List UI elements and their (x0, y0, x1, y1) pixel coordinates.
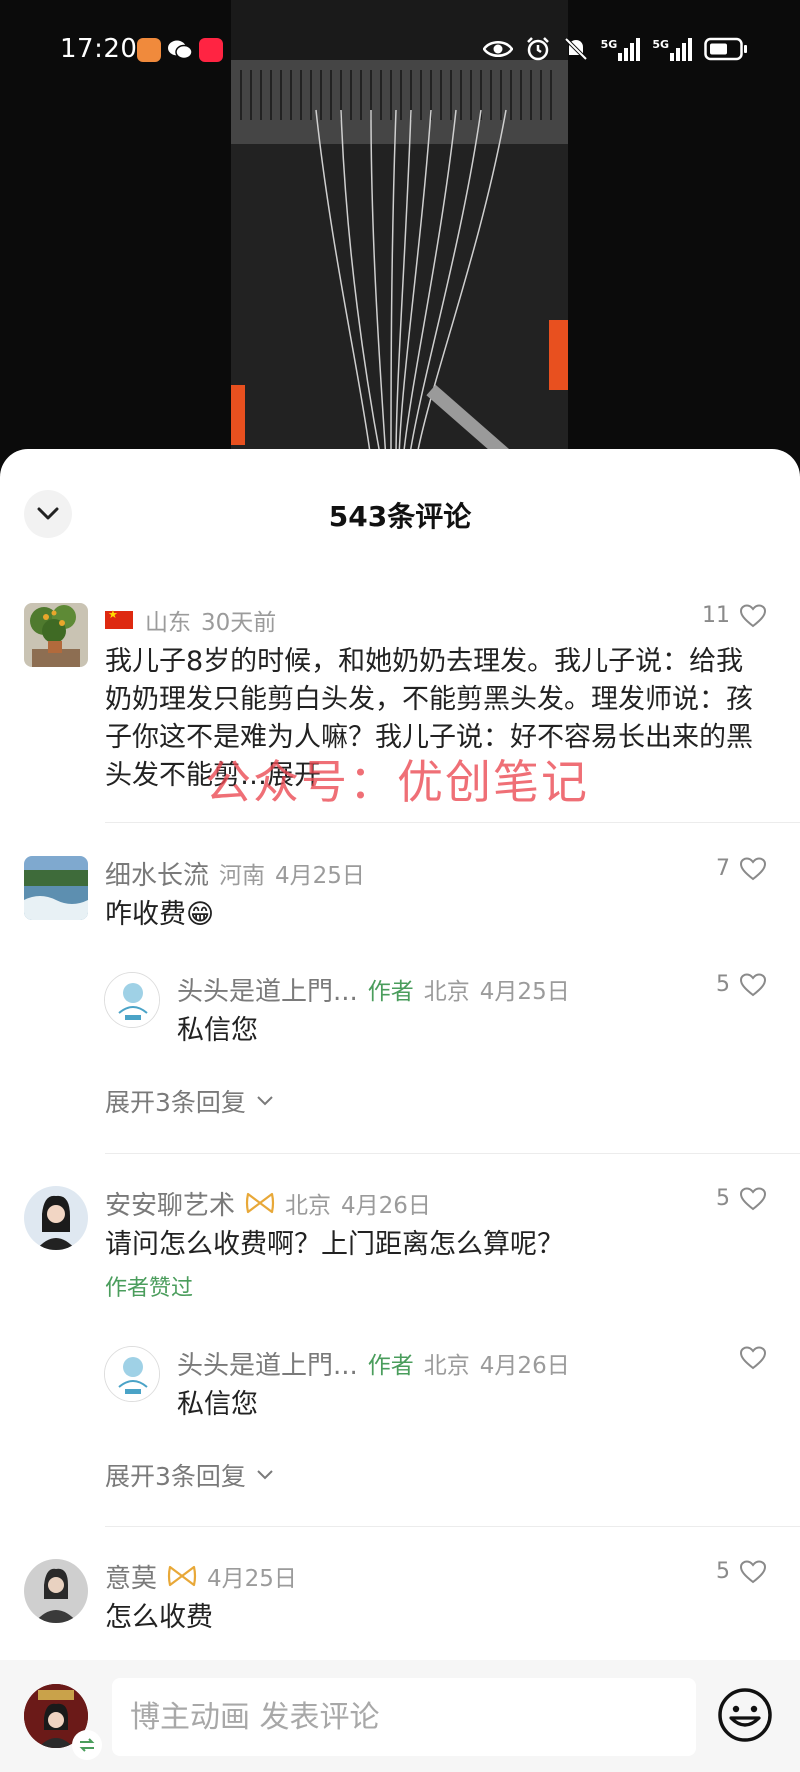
like-count: 5 (716, 1559, 730, 1584)
heart-icon (740, 1186, 766, 1210)
status-bar: 17:20 5G 5G (0, 0, 800, 100)
author-tag: 作者 (367, 979, 414, 1005)
comment-meta: 意莫 4月25日 (105, 1558, 766, 1595)
net-label: 5G (600, 38, 618, 51)
author-tag: 作者 (367, 1353, 414, 1379)
comment-meta: 山东 30天前 (105, 603, 766, 637)
avatar[interactable] (24, 603, 88, 667)
comment-input[interactable] (112, 1678, 696, 1756)
sheet-header: 543条评论 (0, 449, 800, 574)
comment-divider (105, 1153, 800, 1154)
comment-input-bar (0, 1660, 800, 1772)
liked-by-author-label: 作者赞过 (105, 1276, 194, 1301)
avatar[interactable] (24, 1186, 88, 1250)
comment-time: 4月25日 (207, 1566, 297, 1592)
comment-username[interactable]: 细水长流 (105, 855, 209, 892)
like-count: 5 (716, 972, 730, 997)
comment-meta: 头头是道上門... 作者 北京 4月26日 (177, 1345, 766, 1382)
comment-meta: 头头是道上門... 作者 北京 4月25日 (177, 971, 766, 1008)
expand-replies-label: 展开3条回复 (105, 1462, 246, 1491)
comment-username[interactable]: 头头是道上門... (177, 971, 358, 1008)
like-button[interactable]: 5 (716, 1559, 766, 1584)
like-count: 7 (716, 856, 730, 881)
comment-time: 4月26日 (479, 1353, 570, 1379)
china-flag-icon (105, 608, 133, 629)
chevron-down-icon (257, 1470, 273, 1480)
emoji-button[interactable] (716, 1686, 774, 1744)
mute-icon (564, 37, 588, 61)
like-count: 11 (702, 603, 730, 628)
like-button[interactable]: 7 (716, 856, 766, 881)
net-label: 5G (652, 38, 669, 51)
comment-body: 山东 30天前 我儿子8岁的时候，和她奶奶去理发。我儿子说：给我奶奶理发只能剪白… (105, 603, 766, 795)
comment-text[interactable]: 请问怎么收费啊？上门距离怎么算呢？ (105, 1226, 766, 1264)
comment-time: 4月26日 (341, 1193, 431, 1219)
comment-meta: 安安聊艺术 北京 4月26日 (105, 1185, 766, 1222)
comment-time: 4月25日 (275, 863, 365, 889)
status-time: 17:20 (60, 34, 138, 64)
alarm-icon (526, 37, 549, 61)
comment-time: 4月25日 (479, 979, 570, 1005)
xiaohongshu-icon (199, 38, 223, 62)
comment-text[interactable]: 私信您 (177, 1386, 766, 1424)
comment-text[interactable]: 私信您 (177, 1012, 766, 1050)
avatar[interactable] (104, 972, 160, 1028)
avatar[interactable] (104, 1346, 160, 1402)
like-button[interactable]: 5 (716, 972, 766, 997)
heart-icon (740, 1559, 766, 1583)
expand-replies-label: 展开3条回复 (105, 1088, 246, 1117)
comment-text[interactable]: 怎么收费 (105, 1599, 766, 1637)
comment-region: 山东 (145, 610, 191, 636)
status-icons: 5G 5G (482, 36, 748, 62)
eye-icon (482, 41, 513, 57)
heart-icon (740, 603, 766, 627)
video-player[interactable]: 17:20 5G 5G (0, 0, 800, 470)
like-button[interactable]: 11 (702, 603, 766, 628)
signal-5g-icon: 5G (652, 37, 692, 61)
comment-body: 细水长流 河南 4月25日 咋收费😁 (105, 856, 766, 934)
comment-region: 北京 (423, 979, 470, 1005)
comment-text-content: 我儿子8岁的时候，和她奶奶去理发。我儿子说：给我奶奶理发只能剪白头发，不能剪黑头… (105, 646, 753, 791)
comment-text[interactable]: 我儿子8岁的时候，和她奶奶去理发。我儿子说：给我奶奶理发只能剪白头发，不能剪黑头… (105, 643, 766, 795)
avatar[interactable] (24, 856, 88, 920)
comment-username[interactable]: 头头是道上門... (177, 1345, 358, 1382)
comment-username[interactable]: 意莫 (105, 1558, 157, 1595)
wechat-icon (167, 38, 193, 62)
comment-username[interactable]: 安安聊艺术 (105, 1185, 235, 1222)
signal-5g-icon: 5G (601, 37, 641, 61)
expand-replies-button[interactable]: 展开3条回复 (105, 1457, 274, 1493)
comment-body: 安安聊艺术 北京 4月26日 请问怎么收费啊？上门距离怎么算呢？ 作者赞过 (105, 1186, 766, 1302)
comment-time: 30天前 (201, 610, 277, 636)
like-button[interactable] (740, 1346, 766, 1370)
comment-text[interactable]: 咋收费😁 (105, 896, 766, 934)
comments-count-title: 543条评论 (328, 500, 472, 533)
comments-sheet: 543条评论 山东 30天前 我儿子8岁的时候，和她奶奶去理发。我儿子说：给我奶… (0, 449, 800, 1772)
bow-badge-icon (167, 1564, 197, 1588)
smile-icon (718, 1688, 772, 1742)
bow-badge-icon (245, 1191, 275, 1215)
comment-region: 北京 (285, 1193, 332, 1219)
comment-body: 头头是道上門... 作者 北京 4月25日 私信您 (177, 972, 766, 1050)
comment-divider (105, 822, 800, 823)
comment-divider (105, 1526, 800, 1527)
heart-icon (740, 1346, 766, 1370)
like-button[interactable]: 5 (716, 1186, 766, 1211)
comment-meta: 细水长流 河南 4月25日 (105, 855, 766, 892)
switch-account-icon[interactable] (72, 1730, 102, 1760)
comment-region: 北京 (423, 1353, 470, 1379)
taobao-app-icon (137, 38, 161, 62)
battery-icon (704, 37, 747, 61)
heart-icon (740, 856, 766, 880)
comment-body: 头头是道上門... 作者 北京 4月26日 私信您 (177, 1346, 766, 1424)
like-count: 5 (716, 1186, 730, 1211)
chevron-down-icon (257, 1096, 273, 1106)
expand-replies-button[interactable]: 展开3条回复 (105, 1083, 274, 1119)
comment-region: 河南 (219, 863, 266, 889)
avatar[interactable] (24, 1559, 88, 1623)
expand-text-link[interactable]: 展开 (267, 760, 321, 791)
heart-icon (740, 972, 766, 996)
comment-body: 意莫 4月25日 怎么收费 (105, 1559, 766, 1637)
